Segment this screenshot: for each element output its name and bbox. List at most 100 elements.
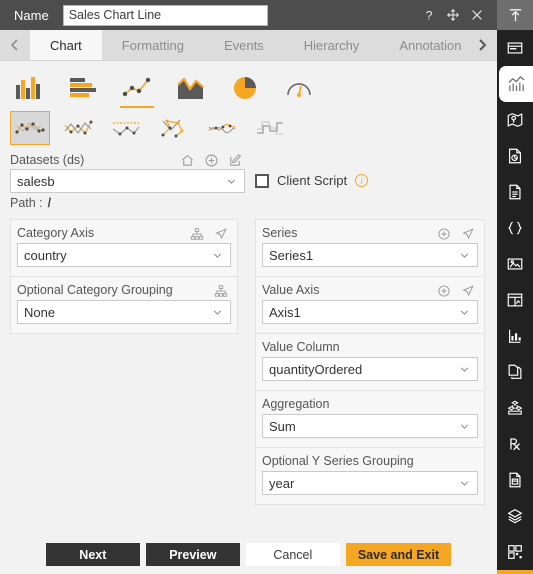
path-label: Path : <box>10 196 43 210</box>
form-column-left: Category Axis country Optional Category … <box>0 219 248 505</box>
next-button[interactable]: Next <box>45 543 140 566</box>
copy-file-icon[interactable] <box>497 354 533 390</box>
tab-hierarchy[interactable]: Hierarchy <box>283 30 380 60</box>
layers-icon[interactable] <box>497 498 533 534</box>
chart-designer-window: Name ? <box>0 0 533 574</box>
column-chart-icon[interactable] <box>10 70 48 106</box>
cubes-icon[interactable] <box>497 390 533 426</box>
preview-button[interactable]: Preview <box>145 543 240 566</box>
chart-form: Datasets (ds) salesb Path: / Client Scr… <box>0 150 497 574</box>
form-document-icon[interactable] <box>497 462 533 498</box>
optional-y-series-grouping-value: year <box>269 475 295 491</box>
analytics-icon[interactable] <box>497 318 533 354</box>
series-group: Series Series1 <box>255 219 485 277</box>
line-chart-basic-icon[interactable] <box>10 110 50 145</box>
category-axis-label: Category Axis <box>17 226 95 240</box>
hierarchy-icon[interactable] <box>214 284 228 298</box>
chevron-down-icon <box>458 306 471 319</box>
pointer-icon[interactable] <box>461 227 475 241</box>
tab-scroll-right-icon[interactable] <box>467 30 497 60</box>
hierarchy-icon[interactable] <box>190 227 204 241</box>
svg-text:?: ? <box>425 8 432 22</box>
datasets-label: Datasets (ds) <box>10 153 85 167</box>
category-axis-select[interactable]: country <box>17 243 231 267</box>
download-icon[interactable] <box>497 570 533 574</box>
dataset-path: Path : / <box>10 193 489 210</box>
edit-icon[interactable] <box>228 153 243 168</box>
value-column-select[interactable]: quantityOrdered <box>262 357 478 381</box>
optional-y-series-grouping-select[interactable]: year <box>262 471 478 495</box>
widgets-icon[interactable] <box>497 534 533 570</box>
plus-circle-icon[interactable] <box>437 284 451 298</box>
line-chart-network-icon[interactable] <box>154 111 194 145</box>
tab-strip: Chart Formatting Events Hierarchy Annota… <box>0 30 497 61</box>
gauge-chart-icon[interactable] <box>280 70 318 106</box>
line-chart-step-icon[interactable] <box>250 111 290 145</box>
chevron-down-icon <box>211 249 224 262</box>
optional-category-grouping-select[interactable]: None <box>17 300 231 324</box>
help-icon[interactable]: ? <box>421 8 436 23</box>
report-page-icon[interactable] <box>497 138 533 174</box>
main-panel: Name ? <box>0 0 497 574</box>
series-header: Series <box>262 224 478 243</box>
chevron-down-icon <box>211 306 224 319</box>
chart-icon[interactable] <box>499 66 533 102</box>
path-value: / <box>47 196 52 210</box>
optional-y-series-grouping-group: Optional Y Series Grouping year <box>255 448 485 505</box>
series-label: Series <box>262 226 298 240</box>
aggregation-select[interactable]: Sum <box>262 414 478 438</box>
chevron-down-icon <box>458 420 471 433</box>
pointer-icon[interactable] <box>214 227 228 241</box>
aggregation-header: Aggregation <box>262 395 478 414</box>
series-actions <box>437 227 478 241</box>
name-label: Name <box>14 7 49 23</box>
value-column-header: Value Column <box>262 338 478 357</box>
window-panel-icon[interactable] <box>497 30 533 66</box>
datasets-select[interactable]: salesb <box>10 169 245 193</box>
move-icon[interactable] <box>445 8 460 23</box>
datasets-actions <box>180 153 245 168</box>
collapse-panel-icon[interactable] <box>497 0 533 30</box>
client-script-checkbox[interactable] <box>255 173 269 188</box>
datasets-section: Datasets (ds) salesb Path: / Client Scr… <box>0 150 497 210</box>
tab-formatting[interactable]: Formatting <box>101 30 204 60</box>
line-chart-smooth-icon[interactable] <box>202 111 242 145</box>
image-icon[interactable] <box>497 246 533 282</box>
plus-circle-icon[interactable] <box>204 153 219 168</box>
prescription-icon[interactable] <box>497 426 533 462</box>
save-and-exit-button[interactable]: Save and Exit <box>345 543 452 566</box>
series-select[interactable]: Series1 <box>262 243 478 267</box>
bar-chart-icon[interactable] <box>64 70 102 106</box>
plus-circle-icon[interactable] <box>437 227 451 241</box>
map-icon[interactable] <box>497 102 533 138</box>
document-icon[interactable] <box>497 174 533 210</box>
tab-events[interactable]: Events <box>203 30 284 60</box>
value-axis-select[interactable]: Axis1 <box>262 300 478 324</box>
pointer-icon[interactable] <box>461 284 475 298</box>
code-braces-icon[interactable] <box>497 210 533 246</box>
close-icon[interactable] <box>469 8 484 23</box>
optional-category-grouping-value: None <box>24 304 56 320</box>
area-chart-icon[interactable] <box>172 70 210 106</box>
client-script-label: Client Script <box>277 173 348 188</box>
dashboard-grid-icon[interactable] <box>497 282 533 318</box>
tab-chart[interactable]: Chart <box>30 30 102 60</box>
chevron-down-icon <box>458 477 471 490</box>
category-axis-header: Category Axis <box>17 224 231 243</box>
datasets-header: Datasets (ds) <box>10 152 245 169</box>
info-icon[interactable]: i <box>355 174 369 187</box>
line-chart-multi-icon[interactable] <box>58 111 98 145</box>
chevron-down-icon <box>225 175 238 188</box>
tab-scroll-left-icon[interactable] <box>0 30 30 60</box>
pie-chart-icon[interactable] <box>226 70 264 106</box>
line-chart-icon[interactable] <box>118 70 156 108</box>
value-axis-actions <box>437 284 478 298</box>
titlebar: Name ? <box>0 0 497 30</box>
chart-type-selector <box>0 61 497 150</box>
value-axis-group: Value Axis Axis1 <box>255 277 485 334</box>
cancel-button[interactable]: Cancel <box>245 543 340 566</box>
name-input[interactable] <box>62 4 268 26</box>
tab-annotation[interactable]: Annotation <box>379 30 467 60</box>
line-chart-range-icon[interactable] <box>106 111 146 145</box>
home-icon[interactable] <box>180 153 195 168</box>
